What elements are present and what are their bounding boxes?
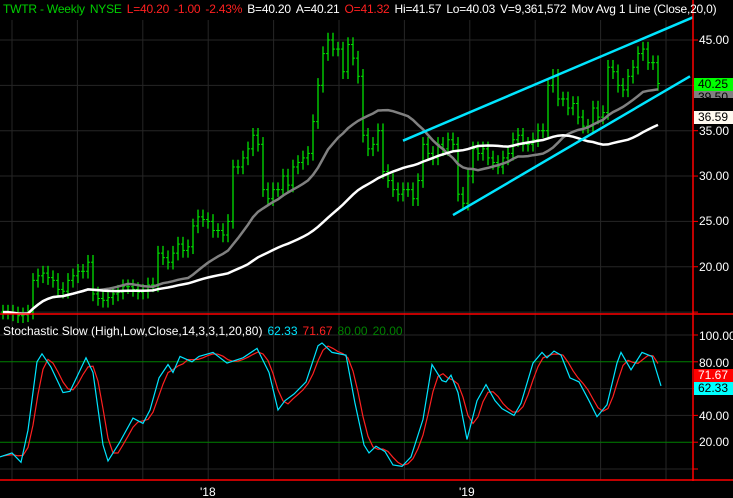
last-price-box: 40.25 — [694, 78, 733, 91]
price-tick-label: 25.00 — [699, 214, 730, 228]
bid: B=40.20 — [247, 2, 291, 16]
exchange-label: NYSE — [89, 2, 122, 16]
stochastic-header: Stochastic Slow (High,Low,Close,14,3,3,1… — [3, 324, 403, 338]
change-pct: -2.43% — [205, 2, 243, 16]
stoch-tick-label: 100.00 — [699, 329, 733, 343]
date-label: '19 — [459, 485, 475, 498]
price-tick-label: 35.00 — [699, 124, 730, 138]
study-label: Mov Avg 1 Line (Close,20,0) — [571, 2, 717, 16]
stochastic-d-line — [2, 345, 659, 466]
last-price: L=40.20 — [126, 2, 170, 16]
oversold-level: 20.00 — [372, 324, 403, 338]
volume: V=9,361,572 — [500, 2, 567, 16]
open: O=41.32 — [344, 2, 390, 16]
stochastic-title: Stochastic Slow (High,Low,Close,14,3,3,1… — [3, 324, 263, 338]
grid-lines — [0, 20, 698, 480]
stoch-tick-label: 40.00 — [699, 409, 730, 423]
high: Hi=41.57 — [394, 2, 442, 16]
price-tick-label: 20.00 — [699, 260, 730, 274]
price-chart[interactable] — [0, 0, 733, 498]
stoch-k-box: 62.33 — [694, 382, 733, 395]
ma-long-value-box: 36.59 — [694, 111, 733, 124]
price-bars — [1, 32, 660, 323]
price-tick-label: 45.00 — [699, 33, 730, 47]
stochastic-d-value: 71.67 — [302, 324, 333, 338]
low: Lo=40.03 — [446, 2, 496, 16]
moving-averages — [3, 88, 659, 315]
ask: A=40.21 — [295, 2, 340, 16]
stoch-tick-label: 20.00 — [699, 435, 730, 449]
ma-short-value-box: 39.50 — [694, 91, 733, 98]
chart-window: TWTR - Weekly NYSE L=40.20 -1.00 -2.43% … — [0, 0, 733, 498]
price-tick-label: 30.00 — [699, 169, 730, 183]
change: -1.00 — [174, 2, 201, 16]
stochastic-k-value: 62.33 — [267, 324, 298, 338]
quote-header: TWTR - Weekly NYSE L=40.20 -1.00 -2.43% … — [3, 2, 717, 16]
symbol-label: TWTR - Weekly — [3, 2, 85, 16]
overbought-level: 80.00 — [337, 324, 368, 338]
ma-short-line — [3, 88, 659, 315]
date-label: '18 — [200, 485, 216, 498]
